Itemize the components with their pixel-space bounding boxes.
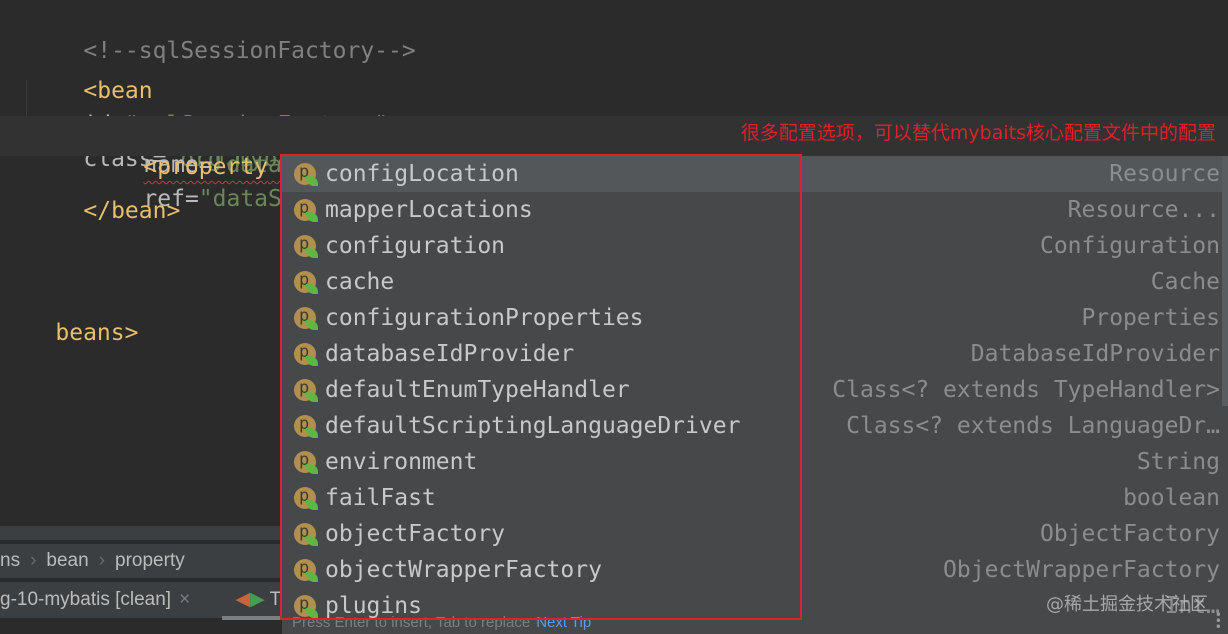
diff-icon: ◀	[235, 589, 251, 610]
completion-item[interactable]: mapperLocations Resource...	[282, 190, 1228, 228]
annotation-note: 很多配置选项，可以替代mybaits核心配置文件中的配置	[740, 122, 1216, 144]
completion-hint: Press Enter to insert, Tab to replace Nex…	[292, 612, 591, 634]
completion-item[interactable]: defaultScriptingLanguageDriver Class<? ex…	[282, 406, 1228, 444]
equals: =	[184, 186, 199, 212]
tab-label: Te	[269, 589, 280, 610]
breadcrumb: ns › bean › property	[0, 544, 280, 578]
breadcrumb-item[interactable]: bean	[46, 550, 88, 571]
completion-item-name: failFast	[325, 485, 436, 511]
tab-label: g-10-mybatis [clean]	[0, 589, 172, 610]
completion-item[interactable]: databaseIdProvider DatabaseIdProvider	[282, 334, 1228, 372]
code-line-bean-open[interactable]: <bean id="sqlSessionFactory" class="org.…	[28, 40, 762, 172]
completion-item-type: boolean	[1123, 485, 1220, 511]
completion-item[interactable]: environment String	[282, 442, 1228, 480]
chevron-right-icon: ›	[98, 550, 106, 571]
completion-item-name: objectWrapperFactory	[325, 557, 602, 583]
completion-popup[interactable]: configLocation Resource mapperLocations Res…	[282, 156, 1228, 634]
tool-tabs: g-10-mybatis [clean] × ◀▶ Te	[0, 582, 280, 618]
more-icon[interactable]: • • •	[1215, 609, 1222, 633]
breadcrumb-item[interactable]: property	[115, 550, 185, 571]
completion-item-name: defaultScriptingLanguageDriver	[325, 413, 741, 439]
completion-item[interactable]: objectFactory ObjectFactory	[282, 514, 1228, 552]
completion-item-name: configLocation	[325, 161, 519, 187]
completion-item-name: cache	[325, 269, 395, 295]
popup-scrollbar[interactable]	[1222, 156, 1228, 406]
completion-item-type: Resource	[1109, 161, 1220, 187]
completion-item-type: Resource...	[1067, 197, 1220, 223]
completion-item-name: mapperLocations	[325, 197, 533, 223]
xml-tag: </bean>	[83, 198, 181, 224]
tab-run-config[interactable]: g-10-mybatis [clean] ×	[0, 589, 190, 610]
completion-item-type: ObjectFactory	[1039, 521, 1220, 547]
status-strip	[0, 620, 280, 634]
completion-item-name: configuration	[325, 233, 506, 259]
completion-item-type: DatabaseIdProvider	[970, 341, 1220, 367]
hint-text: Press Enter to insert, Tab to replace	[292, 614, 531, 631]
code-line-beans-close[interactable]: beans>	[0, 282, 138, 346]
completion-item-type: Class<? extends LanguageDr…	[846, 413, 1220, 439]
completion-item[interactable]: defaultEnumTypeHandler Class<? extends Ty…	[282, 370, 1228, 408]
completion-item-name: objectFactory	[325, 521, 506, 547]
code-line-comment[interactable]: <!--sqlSessionFactory-->	[28, 0, 415, 64]
tab-terminal[interactable]: ◀▶ Te	[235, 589, 280, 610]
completion-item-name: defaultEnumTypeHandler	[325, 377, 630, 403]
completion-item-type: ObjectWrapperFactory	[943, 557, 1220, 583]
completion-item[interactable]: configurationProperties Properties	[282, 298, 1228, 336]
completion-item[interactable]: cache Cache	[282, 262, 1228, 300]
completion-item[interactable]: configuration Configuration	[282, 226, 1228, 264]
completion-item-type: Configuration	[1039, 233, 1220, 259]
watermark: @稀土掘金技术社区	[1046, 594, 1208, 615]
completion-item-name: environment	[325, 449, 478, 475]
code-line-property-datasource[interactable]: <property name="dataSource" ref="dataSou…	[88, 80, 392, 212]
completion-item-type: String	[1136, 449, 1220, 475]
xml-tag: beans>	[55, 320, 139, 346]
completion-item-type: Cache	[1150, 269, 1220, 295]
completion-item[interactable]: failFast boolean	[282, 478, 1228, 516]
completion-item[interactable]: configLocation Resource	[282, 156, 1228, 192]
completion-item-name: configurationProperties	[325, 305, 644, 331]
code-line-bean-close[interactable]: </bean>	[28, 160, 180, 224]
completion-item-name: databaseIdProvider	[325, 341, 575, 367]
breadcrumb-item[interactable]: ns	[0, 550, 20, 571]
next-tip-link[interactable]: Next Tip	[536, 614, 591, 631]
chevron-right-icon: ›	[30, 550, 37, 571]
completion-item[interactable]: objectWrapperFactory ObjectWrapperFactory	[282, 550, 1228, 588]
close-icon[interactable]: ×	[179, 589, 190, 610]
horizontal-scrollbar[interactable]	[0, 526, 280, 540]
completion-item-type: Class<? extends TypeHandler>	[832, 377, 1220, 403]
completion-item-type: Properties	[1081, 305, 1220, 331]
